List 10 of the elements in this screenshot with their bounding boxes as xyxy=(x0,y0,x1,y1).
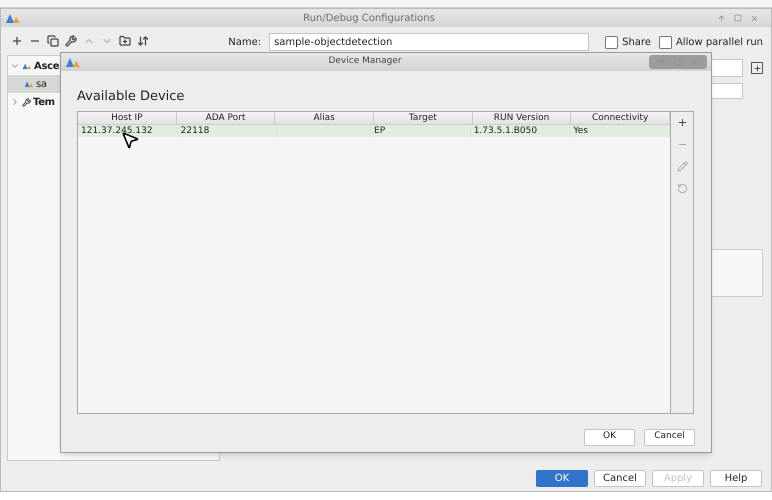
table-cell: EP xyxy=(371,124,471,136)
table-cell: 22118 xyxy=(178,124,278,136)
table-cell: 1.73.5.1.B050 xyxy=(470,124,570,136)
dialog-title: Device Manager xyxy=(327,55,403,68)
table-cell: Yes xyxy=(570,124,670,136)
name-label: Name: xyxy=(228,36,262,50)
window-title: Run/Debug Configurations xyxy=(302,12,436,26)
section-heading: Available Device xyxy=(77,88,186,106)
option-label: Share xyxy=(622,36,651,50)
option-label: Allow parallel run xyxy=(676,36,763,50)
